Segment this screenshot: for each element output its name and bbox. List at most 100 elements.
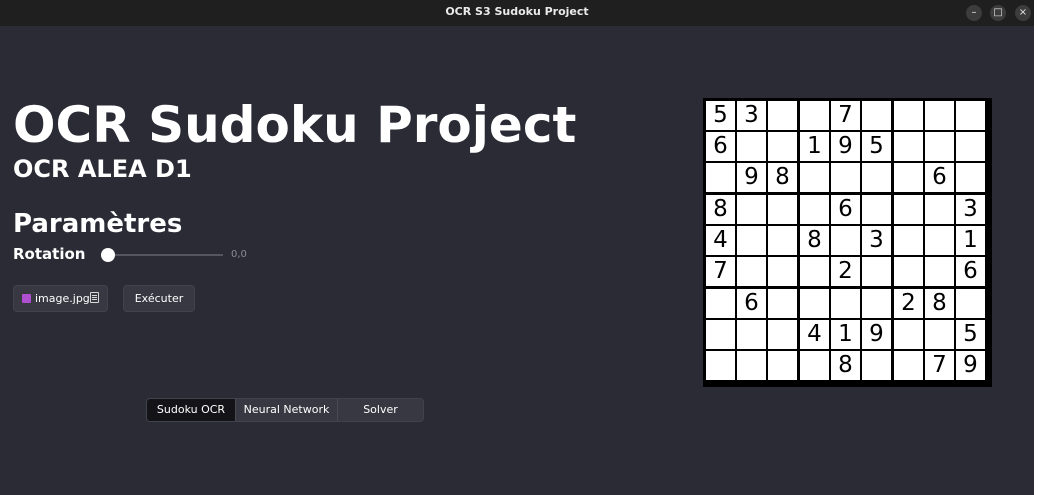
sudoku-cell [768, 320, 797, 349]
sudoku-cell: 7 [925, 351, 954, 380]
sudoku-cell: 1 [831, 320, 860, 349]
image-file-icon [22, 294, 31, 303]
sudoku-cell [894, 101, 923, 130]
page-subtitle: OCR ALEA D1 [13, 155, 192, 183]
sudoku-cell [894, 351, 923, 380]
sudoku-cell: 6 [737, 289, 766, 318]
sudoku-cell [894, 257, 923, 286]
sudoku-cell [768, 351, 797, 380]
sudoku-cell [768, 132, 797, 161]
sudoku-cell: 7 [706, 257, 735, 286]
sudoku-cell: 6 [706, 132, 735, 161]
sudoku-cell [831, 226, 860, 255]
sudoku-cell: 5 [862, 132, 891, 161]
rotation-label: Rotation [13, 245, 86, 263]
execute-button[interactable]: Exécuter [123, 285, 195, 312]
sudoku-cell: 9 [831, 132, 860, 161]
sudoku-cell [768, 101, 797, 130]
maximize-button[interactable]: □ [990, 5, 1006, 21]
sudoku-cell [925, 320, 954, 349]
sudoku-cell [894, 226, 923, 255]
page-title: OCR Sudoku Project [13, 96, 577, 154]
sudoku-cell: 7 [831, 101, 860, 130]
sudoku-cell: 4 [800, 320, 829, 349]
sudoku-cell: 3 [956, 195, 985, 224]
app-window: OCR S3 Sudoku Project – □ × OCR Sudoku P… [0, 0, 1034, 495]
sudoku-cell [768, 289, 797, 318]
parameters-heading: Paramètres [13, 209, 183, 239]
sudoku-cell: 2 [894, 289, 923, 318]
sudoku-cell: 8 [706, 195, 735, 224]
rotation-value: 0,0 [231, 249, 247, 260]
sudoku-cell: 8 [800, 226, 829, 255]
sudoku-cell [831, 289, 860, 318]
sudoku-cell [956, 132, 985, 161]
sudoku-cell [831, 163, 860, 192]
sudoku-cell: 1 [800, 132, 829, 161]
tab-switcher: Sudoku OCR Neural Network Solver [146, 398, 424, 422]
sudoku-cell: 6 [956, 257, 985, 286]
sudoku-cell [737, 226, 766, 255]
file-chooser-button[interactable]: image.jpg [13, 285, 108, 312]
sudoku-cell [706, 289, 735, 318]
sudoku-cell: 2 [831, 257, 860, 286]
sudoku-cell [862, 101, 891, 130]
sudoku-cell: 8 [768, 163, 797, 192]
sudoku-cell [894, 132, 923, 161]
sudoku-cell [768, 195, 797, 224]
sudoku-cell [894, 163, 923, 192]
window-title: OCR S3 Sudoku Project [445, 5, 589, 18]
sudoku-cell [894, 320, 923, 349]
sudoku-cell [894, 195, 923, 224]
sudoku-cell [800, 163, 829, 192]
sudoku-cell [925, 226, 954, 255]
sudoku-cell: 8 [831, 351, 860, 380]
sudoku-cell [800, 351, 829, 380]
sudoku-cell [862, 257, 891, 286]
tab-neural-network[interactable]: Neural Network [235, 399, 337, 421]
sudoku-cell: 4 [706, 226, 735, 255]
title-bar[interactable]: OCR S3 Sudoku Project – □ × [0, 0, 1034, 26]
minimize-button[interactable]: – [966, 5, 982, 21]
sudoku-cell [862, 351, 891, 380]
sudoku-cell [925, 195, 954, 224]
file-name: image.jpg [35, 292, 90, 305]
sudoku-cell [862, 195, 891, 224]
sudoku-cell: 3 [737, 101, 766, 130]
sudoku-cell [956, 289, 985, 318]
sudoku-cell [737, 195, 766, 224]
sudoku-cell: 3 [862, 226, 891, 255]
sudoku-cell: 9 [737, 163, 766, 192]
sudoku-cell [706, 320, 735, 349]
sudoku-cell [862, 163, 891, 192]
sudoku-cell [706, 351, 735, 380]
sudoku-cell [925, 257, 954, 286]
sudoku-cell [956, 163, 985, 192]
tab-solver[interactable]: Solver [337, 399, 423, 421]
sudoku-cell: 8 [925, 289, 954, 318]
sudoku-cell: 1 [956, 226, 985, 255]
sudoku-cell [800, 257, 829, 286]
sudoku-cell [737, 320, 766, 349]
sudoku-cell: 5 [956, 320, 985, 349]
sudoku-cell [862, 289, 891, 318]
sudoku-cell: 9 [956, 351, 985, 380]
sudoku-cell: 6 [925, 163, 954, 192]
sudoku-cell: 9 [862, 320, 891, 349]
sudoku-cell: 6 [831, 195, 860, 224]
close-button[interactable]: × [1015, 5, 1031, 21]
sudoku-cell [768, 257, 797, 286]
sudoku-cell [925, 132, 954, 161]
rotation-slider-track[interactable] [107, 254, 223, 256]
sudoku-cell [737, 132, 766, 161]
sudoku-cell [800, 289, 829, 318]
rotation-slider-handle[interactable] [101, 248, 115, 262]
sudoku-cell [706, 163, 735, 192]
tab-sudoku-ocr[interactable]: Sudoku OCR [147, 399, 235, 421]
sudoku-grid: 537619598686348317266284195879 [703, 98, 992, 387]
sudoku-cell [737, 257, 766, 286]
sudoku-cell [800, 101, 829, 130]
sudoku-cell: 5 [706, 101, 735, 130]
sudoku-cell [800, 195, 829, 224]
sudoku-cell [768, 226, 797, 255]
